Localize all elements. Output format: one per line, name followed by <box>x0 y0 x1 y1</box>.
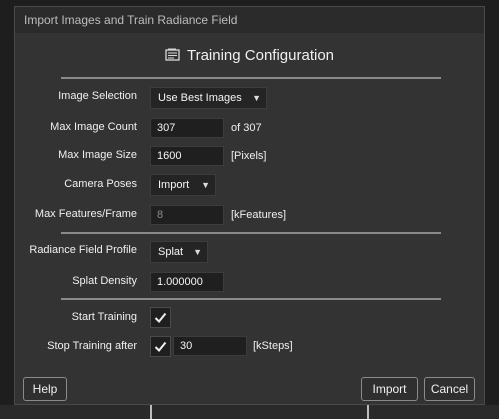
start-training-label: Start Training <box>71 311 137 323</box>
radiance-profile-dropdown[interactable]: Splat ▼ <box>150 241 208 263</box>
import-button[interactable]: Import <box>361 377 418 401</box>
page-title: Training Configuration <box>15 43 484 67</box>
max-image-count-label: Max Image Count <box>50 121 137 133</box>
cancel-button[interactable]: Cancel <box>424 377 475 401</box>
start-training-checkbox[interactable] <box>150 307 171 328</box>
divider <box>61 232 441 234</box>
stop-training-label: Stop Training after <box>47 340 137 352</box>
splat-density-input[interactable]: 1.000000 <box>150 272 224 292</box>
chevron-down-icon: ▼ <box>201 180 210 190</box>
radiance-profile-value: Splat <box>158 246 184 258</box>
divider <box>61 298 441 300</box>
image-selection-dropdown[interactable]: Use Best Images ▼ <box>150 87 267 109</box>
checkmark-icon <box>154 312 167 323</box>
max-image-size-suffix: [Pixels] <box>231 150 267 162</box>
heading-text: Training Configuration <box>186 46 335 64</box>
image-selection-value: Use Best Images <box>158 92 242 104</box>
viewport-grid-line <box>367 405 369 419</box>
divider <box>61 77 441 79</box>
training-config-icon <box>165 48 181 62</box>
camera-poses-dropdown[interactable]: Import ▼ <box>150 174 216 196</box>
checkmark-icon <box>154 341 167 352</box>
max-features-suffix: [kFeatures] <box>231 209 287 221</box>
camera-poses-label: Camera Poses <box>64 178 137 190</box>
camera-poses-value: Import <box>158 179 190 191</box>
dialog-title[interactable]: Import Images and Train Radiance Field <box>15 7 484 33</box>
max-features-label: Max Features/Frame <box>34 208 137 220</box>
viewport-grid-line <box>150 405 152 419</box>
max-features-input[interactable]: 8 <box>150 205 224 225</box>
max-image-size-label: Max Image Size <box>58 149 137 161</box>
radiance-profile-label: Radiance Field Profile <box>29 244 137 256</box>
help-button[interactable]: Help <box>23 377 67 401</box>
stop-training-steps-input[interactable]: 30 <box>173 336 247 356</box>
image-selection-label: Image Selection <box>58 90 137 102</box>
chevron-down-icon: ▼ <box>252 93 261 103</box>
max-image-count-suffix: of 307 <box>231 122 262 134</box>
stop-training-checkbox[interactable] <box>150 336 171 357</box>
max-image-count-input[interactable]: 307 <box>150 118 224 138</box>
chevron-down-icon: ▼ <box>193 247 202 257</box>
stop-training-suffix: [kSteps] <box>253 340 293 352</box>
import-train-dialog: Import Images and Train Radiance Field T… <box>14 6 485 405</box>
splat-density-label: Splat Density <box>72 275 137 287</box>
background-viewport <box>0 405 499 419</box>
max-image-size-input[interactable]: 1600 <box>150 146 224 166</box>
